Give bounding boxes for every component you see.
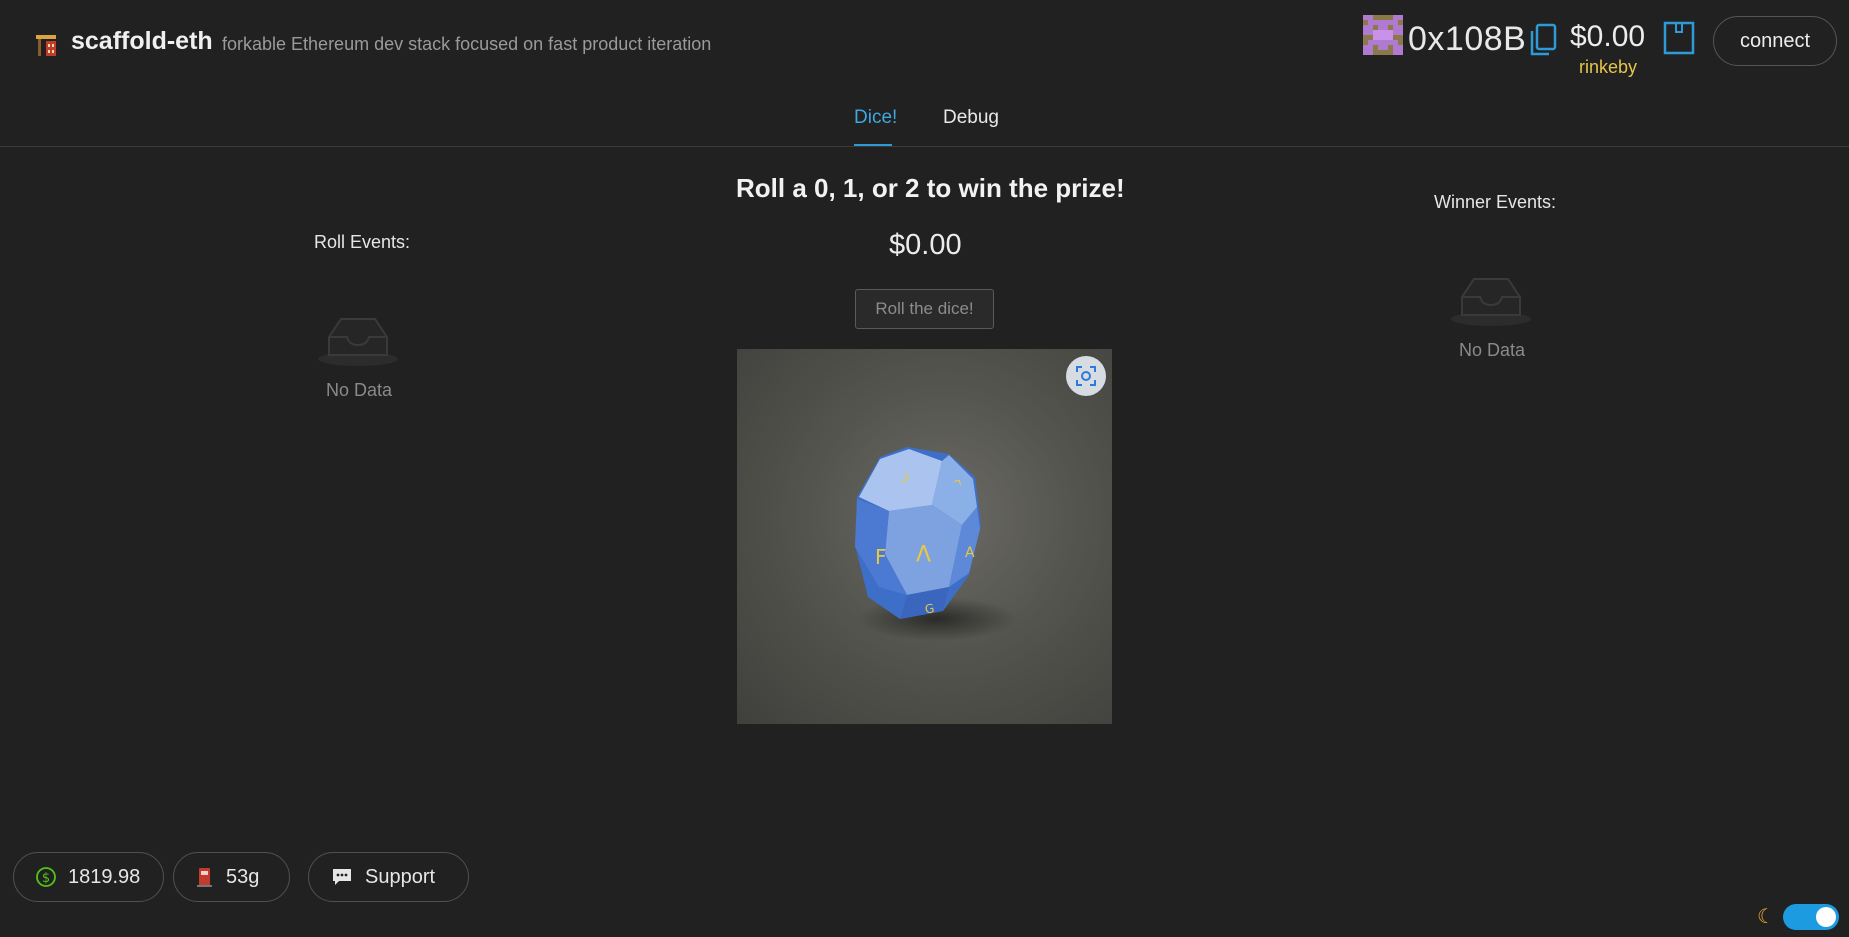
app-subtitle: forkable Ethereum dev stack focused on f… <box>222 34 712 54</box>
tab-debug[interactable]: Debug <box>943 107 999 129</box>
prize-amount: $0.00 <box>889 229 962 261</box>
svg-text:A: A <box>965 545 975 561</box>
moon-icon: ☾ <box>1757 906 1775 928</box>
account-balance[interactable]: $0.00 <box>1570 20 1645 54</box>
eth-price-value: 1819.98 <box>68 865 141 888</box>
svg-text:V: V <box>916 539 931 564</box>
empty-inbox-icon <box>317 313 399 369</box>
copy-icon[interactable] <box>1528 23 1558 57</box>
roll-events-label: Roll Events: <box>314 232 411 252</box>
scaffold-logo-icon <box>34 32 60 58</box>
image-preview-button[interactable] <box>1066 356 1106 396</box>
gas-price-button[interactable]: 53g <box>173 852 290 902</box>
dollar-icon: $ <box>36 867 56 887</box>
theme-toggle[interactable] <box>1783 904 1839 930</box>
network-label: rinkeby <box>1579 57 1638 77</box>
empty-inbox-icon <box>1450 273 1532 329</box>
winner-events-label: Winner Events: <box>1434 192 1557 212</box>
wallet-icon[interactable] <box>1662 21 1696 55</box>
dice-image: F V c ^ A G <box>737 349 1112 724</box>
tabs-divider <box>0 146 1849 147</box>
support-button[interactable]: Support <box>308 852 469 902</box>
svg-text:F: F <box>875 545 887 569</box>
winner-events-empty: No Data <box>1459 340 1526 360</box>
blockie-avatar <box>1363 15 1403 55</box>
account-address[interactable]: 0x108B <box>1408 20 1526 59</box>
gas-pump-icon <box>197 868 212 887</box>
roll-dice-button[interactable]: Roll the dice! <box>855 289 994 329</box>
support-label: Support <box>365 865 436 888</box>
connect-button[interactable]: connect <box>1713 16 1837 66</box>
app-title[interactable]: scaffold-eth <box>71 27 213 56</box>
tab-dice[interactable]: Dice! <box>854 107 897 129</box>
gas-price-value: 53g <box>226 865 260 888</box>
page-heading: Roll a 0, 1, or 2 to win the prize! <box>736 173 1125 203</box>
image-preview-icon <box>1076 366 1096 386</box>
chat-icon <box>333 869 351 885</box>
svg-text:$: $ <box>42 871 50 886</box>
roll-events-empty: No Data <box>326 380 393 400</box>
eth-price-button[interactable]: $ 1819.98 <box>13 852 164 902</box>
theme-toggle-knob <box>1816 907 1836 927</box>
